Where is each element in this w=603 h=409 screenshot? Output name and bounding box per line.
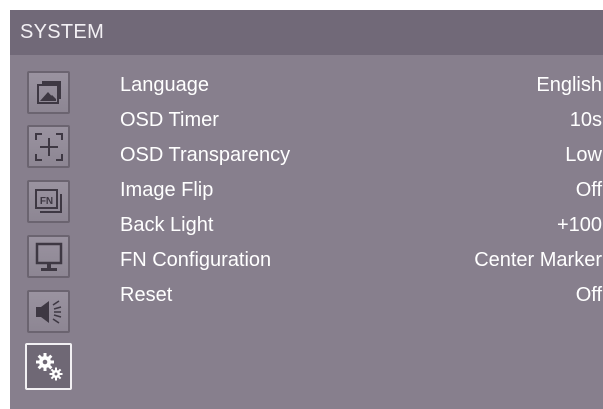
sidebar-item-picture[interactable] xyxy=(27,71,70,114)
setting-reset[interactable]: Reset Off xyxy=(120,278,602,312)
setting-image-flip[interactable]: Image Flip Off xyxy=(120,173,602,207)
setting-value: English xyxy=(536,74,602,96)
setting-osd-transparency[interactable]: OSD Transparency Low xyxy=(120,138,602,172)
setting-label: OSD Transparency xyxy=(120,144,291,166)
system-gears-icon xyxy=(35,352,62,380)
setting-label: Language xyxy=(120,74,209,96)
audio-icon xyxy=(35,299,61,324)
setting-fn-configuration[interactable]: FN Configuration Center Marker xyxy=(120,243,602,277)
setting-value: +100 xyxy=(556,214,602,236)
setting-label: OSD Timer xyxy=(120,109,219,131)
picture-icon xyxy=(36,80,61,104)
setting-label: Image Flip xyxy=(120,179,214,201)
osd-menu-panel: SYSTEM FN Language English OSD Timer 10s… xyxy=(10,10,603,409)
setting-value: 10s xyxy=(569,109,602,131)
fn-icon: FN xyxy=(34,188,62,213)
setting-value: Off xyxy=(575,284,602,306)
sidebar-item-fn[interactable]: FN xyxy=(27,180,70,223)
sidebar-item-display[interactable] xyxy=(27,235,70,278)
display-icon xyxy=(35,242,62,271)
setting-back-light[interactable]: Back Light +100 xyxy=(120,208,602,242)
sidebar-item-audio[interactable] xyxy=(27,290,70,333)
sidebar-item-marker[interactable] xyxy=(27,125,70,168)
setting-osd-timer[interactable]: OSD Timer 10s xyxy=(120,103,602,137)
setting-label: FN Configuration xyxy=(120,249,272,271)
sidebar-item-system[interactable] xyxy=(25,343,72,390)
setting-language[interactable]: Language English xyxy=(120,68,602,102)
svg-text:FN: FN xyxy=(39,196,52,207)
marker-icon xyxy=(34,132,63,161)
setting-value: Low xyxy=(565,144,602,166)
setting-label: Back Light xyxy=(120,214,214,236)
setting-value: Center Marker xyxy=(474,249,602,271)
setting-label: Reset xyxy=(120,284,173,306)
menu-title: SYSTEM xyxy=(10,10,603,55)
setting-value: Off xyxy=(575,179,602,201)
